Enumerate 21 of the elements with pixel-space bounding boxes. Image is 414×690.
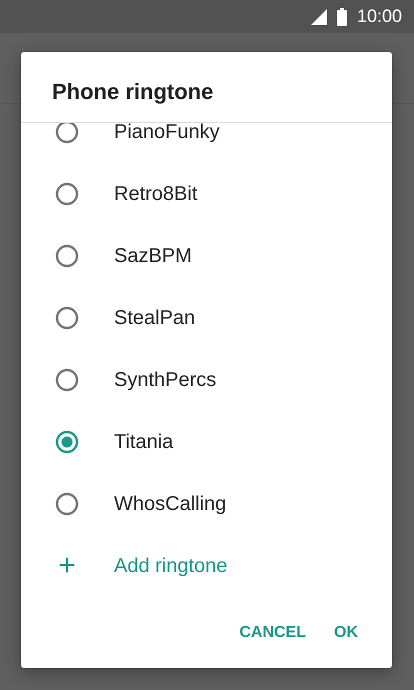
dialog-title: Phone ringtone [51, 78, 214, 106]
radio-icon[interactable] [55, 123, 79, 144]
status-time: 10:00 [356, 6, 402, 27]
radio-icon[interactable] [55, 492, 79, 516]
radio-icon[interactable] [55, 244, 79, 268]
battery-icon [336, 8, 347, 26]
ringtone-option[interactable]: SynthPercs [21, 349, 392, 411]
radio-icon[interactable] [55, 306, 79, 330]
radio-icon[interactable] [55, 182, 79, 206]
radio-selected-icon[interactable] [55, 430, 79, 454]
ringtone-option[interactable]: Retro8Bit [21, 163, 392, 225]
radio-icon[interactable] [55, 368, 79, 392]
dialog-button[interactable]: CANCEL [229, 616, 316, 650]
ringtone-option[interactable]: StealPan [21, 287, 392, 349]
ringtone-option[interactable]: WhosCalling [21, 473, 392, 535]
signal-icon [310, 8, 327, 24]
ringtone-option[interactable]: Titania [21, 411, 392, 473]
ringtone-option[interactable]: SazBPM [21, 225, 392, 287]
dialog-button[interactable]: OK [324, 616, 368, 650]
ringtone-option[interactable]: PianoFunky [21, 123, 392, 163]
add-ringtone-item[interactable]: + Add ringtone [21, 535, 392, 597]
